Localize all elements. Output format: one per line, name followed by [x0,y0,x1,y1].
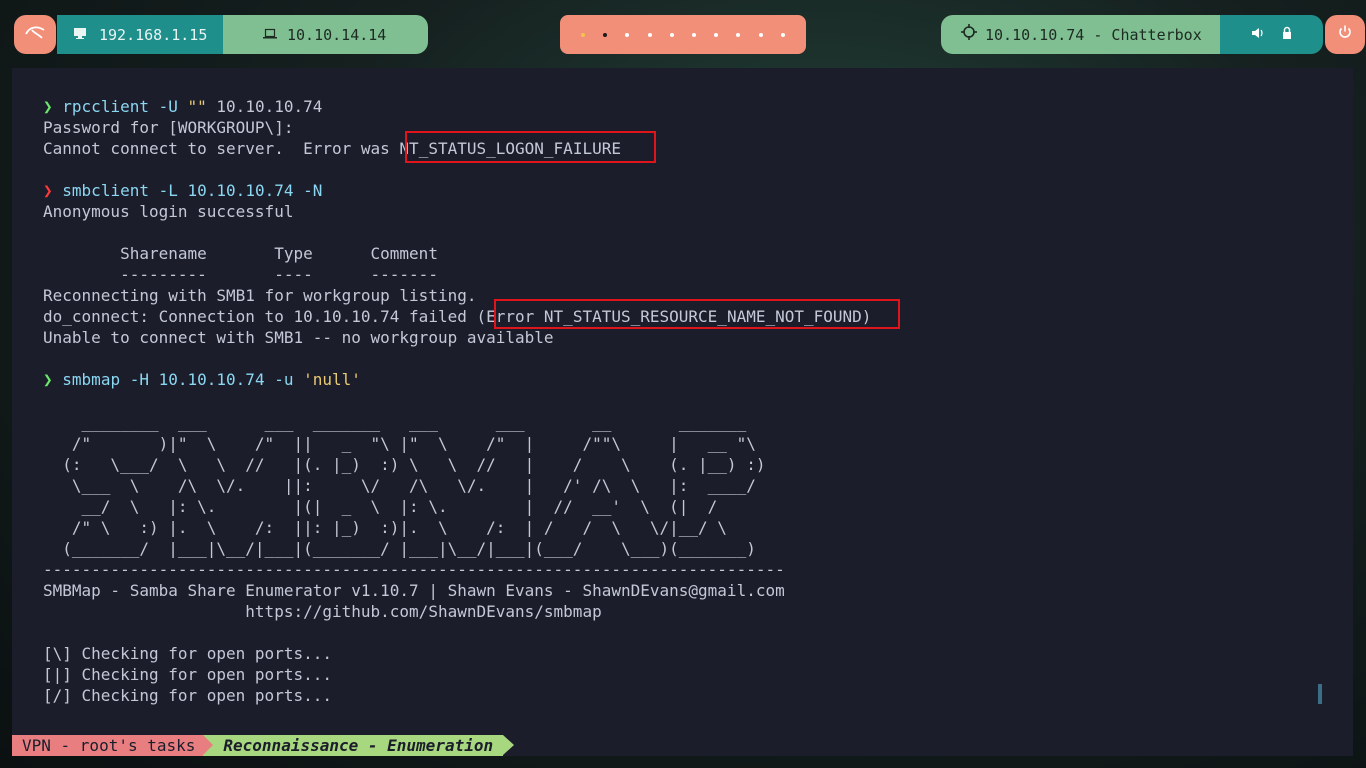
prompt-arrow-icon: ❯ [43,181,53,200]
workspace-2[interactable] [603,32,608,37]
vpn-ip-widget: 10.10.14.14 [223,15,428,54]
target-widget: 10.10.10.74 - Chatterbox [941,15,1223,54]
power-button[interactable] [1325,15,1365,54]
ascii-art-line: /" \ :) |. \ /: ||: |_) :)|. \ /: | / / … [43,518,727,537]
system-tray [1220,15,1323,54]
tmux-status-bar: VPN - root's tasks Reconnaissance - Enum… [12,735,514,756]
terminal-line: Unable to connect with SMB1 -- no workgr… [43,328,554,347]
terminal-line: Anonymous login successful [43,202,294,221]
progress-line: [|] Checking for open ports... [43,665,332,684]
terminal-line: ❯ rpcclient -U "" 10.10.10.74 [43,96,322,117]
prompt-arrow-icon: ❯ [43,370,53,389]
command-args: -L 10.10.10.74 -N [148,181,323,200]
target-text: 10.10.10.74 - Chatterbox [985,25,1202,44]
progress-line: [\] Checking for open ports... [43,644,332,663]
session-name[interactable]: VPN - root's tasks [12,735,214,756]
monitor-icon [73,26,87,44]
terminal-line: Sharename Type Comment [43,244,438,263]
lock-icon[interactable] [1282,26,1292,43]
output-text: Cannot connect to server. Error was [43,139,400,158]
banner-line: SMBMap - Samba Share Enumerator v1.10.7 … [43,581,785,600]
banner-url-line: https://github.com/ShawnDEvans/smbmap [43,602,602,621]
ascii-art-line: (_______/ |___|\__/|___|(_______/ |___|\… [43,539,756,558]
terminal-line: ❯ smbmap -H 10.10.10.74 -u 'null' [43,369,361,390]
command-args: -H 10.10.10.74 -u [120,370,304,389]
workspace-5[interactable] [669,32,674,37]
prompt-arrow-icon: ❯ [43,97,53,116]
workspace-7[interactable] [714,32,719,37]
terminal-line: Reconnecting with SMB1 for workgroup lis… [43,286,477,305]
workspace-4[interactable] [647,32,652,37]
ascii-art-line: __/ \ |: \. |(| _ \ |: \. | // __' \ (| … [43,497,718,516]
vpn-ip-text: 10.10.14.14 [287,25,387,44]
volume-icon[interactable] [1251,27,1264,43]
output-text: do_connect: Connection to 10.10.10.74 fa… [43,307,477,326]
rule-line: ----------------------------------------… [43,560,785,579]
power-icon [1337,24,1353,45]
workspace-6[interactable] [692,32,697,37]
workspace-9[interactable] [758,32,763,37]
active-window-name[interactable]: Reconnaissance - Enumeration [203,735,514,756]
terminal-line: ❯ smbclient -L 10.10.10.74 -N [43,180,322,201]
command-string: 'null' [303,370,361,389]
workspace-3[interactable] [625,32,630,37]
local-ip-text: 192.168.1.15 [99,25,208,44]
command-name: smbmap [62,370,121,389]
crosshair-icon [961,24,977,45]
laptop-icon [263,26,277,44]
terminal-line: Password for [WORKGROUP\]: [43,118,294,137]
command-name: rpcclient [62,97,149,116]
terminal-cursor [1318,684,1322,704]
ascii-art-line: (: \___/ \ \ // |(. |_) :) \ \ // | / \ … [43,455,766,474]
command-name: smbclient [62,181,149,200]
local-ip-widget: 192.168.1.15 [57,15,224,54]
workspace-8[interactable] [736,32,741,37]
error-highlight-box [405,131,656,163]
ascii-art-line: ________ ___ ___ _______ ___ ___ __ ____… [43,413,747,432]
command-args: -U [148,97,188,116]
kali-dragon-icon [24,24,46,45]
ascii-art-line: \___ \ /\ \/. ||: \/ /\ \/. | /' /\ \ |:… [43,476,756,495]
error-highlight-box [494,299,900,329]
command-rest: 10.10.10.74 [206,97,323,116]
progress-line: [/] Checking for open ports... [43,686,332,705]
kali-logo-button[interactable] [14,15,56,54]
command-string: "" [187,97,207,116]
workspace-1[interactable] [581,32,586,37]
workspace-10[interactable] [780,32,785,37]
terminal-line: --------- ---- ------- [43,265,438,284]
ascii-art-line: /" )|" \ /" || _ "\ |" \ /" | /""\ | __ … [43,434,756,453]
workspace-switcher[interactable] [560,15,806,54]
terminal-window[interactable]: ❯ rpcclient -U "" 10.10.10.74 Password f… [12,68,1353,756]
